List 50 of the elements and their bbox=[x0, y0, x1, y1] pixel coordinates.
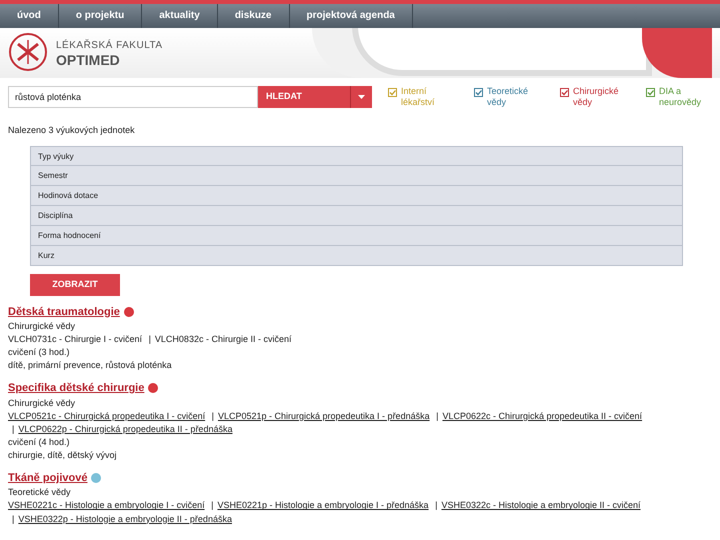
separator: | bbox=[12, 514, 14, 524]
lesson-type-text: cvičení (4 hod.) bbox=[8, 436, 71, 449]
discipline-text: Chirurgické vědy bbox=[8, 320, 76, 333]
course-link[interactable]: VSHE0221p - Histologie a embryologie I - přednáška bbox=[217, 500, 429, 510]
filter-row[interactable]: Disciplína bbox=[30, 206, 683, 226]
filter-row[interactable]: Forma hodnocení bbox=[30, 226, 683, 246]
category-label: Teoretické vědy bbox=[487, 86, 530, 108]
course-link[interactable]: VSHE0322c - Histologie a embryologie II - cvičení bbox=[441, 500, 641, 510]
discipline-text: Chirurgické vědy bbox=[8, 396, 76, 410]
project-name: OPTIMED bbox=[56, 52, 121, 66]
course-text: VLCH0832c - Chirurgie II - cvičení bbox=[154, 334, 292, 344]
faculty-name: LÉKAŘSKÁ FAKULTA bbox=[56, 38, 163, 52]
course-link[interactable]: VLCP0622p - Chirurgická propedeutika II - přednáška bbox=[18, 424, 232, 434]
category-checkbox[interactable] bbox=[560, 88, 569, 97]
category-checkbox[interactable] bbox=[474, 88, 483, 97]
separator: | bbox=[12, 424, 14, 434]
separator: | bbox=[435, 500, 438, 510]
result-count: Nalezeno 3 výukových jednotek bbox=[7, 124, 136, 137]
result-title-link[interactable]: Tkáně pojivové bbox=[8, 470, 88, 486]
result-title-link[interactable]: Specifika dětské chirurgie bbox=[8, 380, 144, 397]
filter-row[interactable]: Typ výuky bbox=[30, 146, 683, 166]
course-link[interactable]: VLCP0521c - Chirurgická propedeutika I - cvičení bbox=[8, 410, 206, 421]
separator: | bbox=[148, 334, 151, 344]
show-button[interactable]: ZOBRAZIT bbox=[30, 274, 120, 296]
keywords-text: chirurgie, dítě, dětský vývoj bbox=[8, 448, 118, 462]
filter-row[interactable]: Hodinová dotace bbox=[30, 186, 683, 206]
filter-row[interactable]: Kurz bbox=[30, 246, 683, 266]
category-checkbox[interactable] bbox=[646, 88, 655, 97]
separator: | bbox=[211, 500, 214, 510]
category-label: Interní lékařství bbox=[401, 86, 436, 108]
course-link[interactable]: VSHE0221c - Histologie a embryologie I - cvičení bbox=[8, 500, 205, 510]
category-label: DIA a neurovědy bbox=[659, 86, 702, 108]
search-button[interactable]: HLEDAT bbox=[258, 86, 350, 108]
result-title-link[interactable]: Dětská traumatologie bbox=[8, 304, 120, 320]
lesson-type-text: cvičení (3 hod.) bbox=[8, 346, 71, 360]
category-label: Chirurgické vědy bbox=[573, 86, 620, 108]
dropdown-button[interactable] bbox=[350, 86, 372, 108]
course-link[interactable]: VLCP0521p - Chirurgická propedeutika I - přednáška bbox=[218, 410, 430, 421]
caret-icon bbox=[358, 95, 365, 99]
category-checkbox[interactable] bbox=[388, 88, 397, 97]
course-link[interactable]: VSHE0322p - Histologie a embryologie II - přednáška bbox=[18, 514, 232, 524]
keywords-text: dítě, primární prevence, růstová ploténka bbox=[8, 359, 173, 372]
course-link[interactable]: VLCP0622c - Chirurgická propedeutika II - cvičení bbox=[442, 410, 642, 421]
discipline-text: Teoretické vědy bbox=[8, 486, 72, 500]
separator: | bbox=[436, 410, 438, 421]
filter-row[interactable]: Semestr bbox=[30, 166, 683, 186]
separator: | bbox=[212, 410, 214, 421]
search-field[interactable]: růstová ploténka bbox=[8, 86, 258, 108]
course-text: VLCH0731c - Chirurgie I - cvičení bbox=[8, 334, 142, 344]
faculty-logo-icon bbox=[8, 32, 48, 72]
